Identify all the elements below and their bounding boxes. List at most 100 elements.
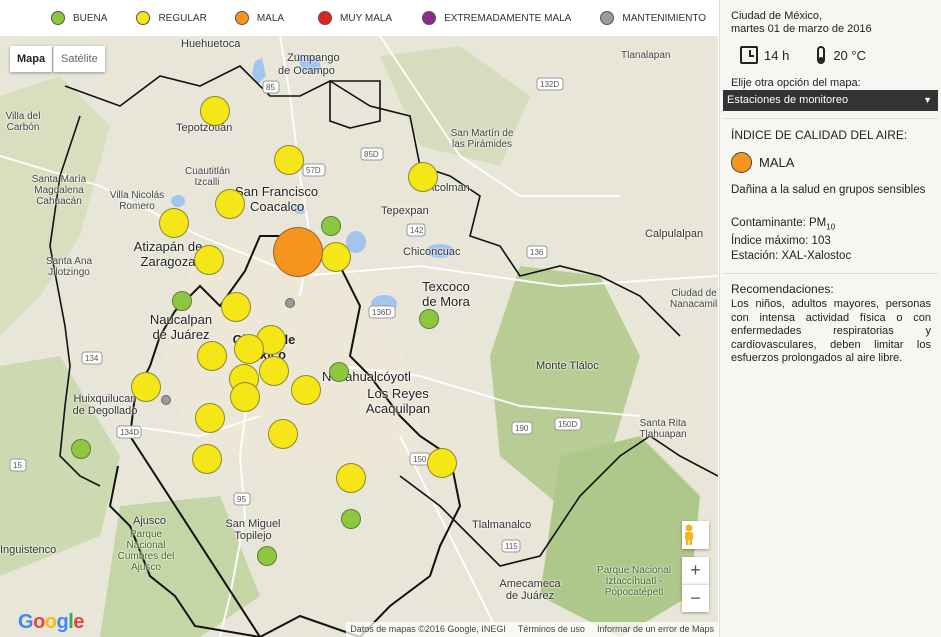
- status-label: MALA: [759, 155, 795, 170]
- google-logo: Google: [18, 611, 84, 633]
- current-hour: 14 h: [764, 47, 790, 63]
- place-label: Villa del Carbón: [5, 111, 41, 133]
- place-label: San Martín de las Pirámides: [450, 128, 514, 150]
- dropdown-arrow-icon: ▼: [923, 95, 932, 105]
- place-label: Monte Tláloc: [536, 360, 599, 372]
- monitoring-station-marker[interactable]: [259, 356, 289, 386]
- highway-shield: 134D: [120, 428, 139, 437]
- place-label: Los Reyes Acaquilpan: [365, 386, 431, 416]
- station-label: Estación:: [731, 250, 779, 263]
- legend-dot: [318, 11, 333, 25]
- monitoring-station-marker[interactable]: [427, 448, 457, 478]
- legend-label: MUY MALA: [340, 12, 393, 24]
- recommendations-title: Recomendaciones:: [731, 282, 834, 296]
- current-temperature: 20 °C: [833, 47, 866, 63]
- monitoring-station-marker[interactable]: [234, 334, 264, 364]
- map-option-select[interactable]: Estaciones de monitoreo ▼: [723, 90, 938, 111]
- place-label: Tlalmanalco: [472, 519, 532, 531]
- monitoring-station-marker[interactable]: [221, 292, 251, 322]
- highway-shield: 95: [237, 495, 246, 504]
- monitoring-station-marker[interactable]: [341, 509, 361, 529]
- legend-label: BUENA: [73, 12, 108, 24]
- legend-label: EXTREMADAMENTE MALA: [444, 12, 572, 24]
- current-date: martes 01 de marzo de 2016: [731, 23, 872, 35]
- recommendations-text: Los niños, adultos mayores, personas con…: [731, 298, 931, 364]
- air-quality-status: MALA: [731, 152, 794, 173]
- legend-dot: [422, 11, 437, 25]
- divider: [723, 273, 938, 274]
- station-row: Estación: XAL-Xalostoc: [731, 249, 851, 264]
- legend-item-mala: MALA: [234, 11, 285, 25]
- monitoring-station-marker[interactable]: [230, 382, 260, 412]
- report-error-link[interactable]: Informar de un error de Maps: [597, 622, 714, 637]
- monitoring-station-marker[interactable]: [159, 208, 189, 238]
- highway-shield: 85D: [364, 150, 379, 159]
- monitoring-station-marker[interactable]: [197, 341, 227, 371]
- monitoring-station-marker[interactable]: [336, 463, 366, 493]
- monitoring-station-marker[interactable]: [291, 375, 321, 405]
- place-label: Huehuetoca: [181, 38, 241, 50]
- map-type-tab-map[interactable]: Mapa: [10, 46, 53, 72]
- monitoring-station-marker[interactable]: [195, 403, 225, 433]
- place-label: San Miguel Topilejo: [225, 518, 281, 542]
- legend-dot: [600, 11, 615, 25]
- pollutant-subscript: 10: [826, 222, 836, 232]
- place-label: Santa María Magdalena Cahuacán: [31, 174, 87, 207]
- street-view-pegman-icon[interactable]: [682, 521, 709, 549]
- monitoring-station-marker[interactable]: [419, 309, 439, 329]
- legend-item-buena: BUENA: [51, 11, 107, 25]
- monitoring-station-marker[interactable]: [268, 419, 298, 449]
- monitoring-station-marker[interactable]: [161, 395, 171, 405]
- map-option-selected-value: Estaciones de monitoreo: [727, 94, 849, 106]
- highway-shield: 150D: [558, 420, 577, 429]
- terms-of-use-link[interactable]: Términos de uso: [518, 622, 585, 637]
- highway-shield: 134: [85, 354, 99, 363]
- monitoring-station-marker[interactable]: [131, 372, 161, 402]
- highway-shield: 15: [13, 461, 22, 470]
- max-index-value: 103: [811, 235, 831, 248]
- map-type-tab-satellite[interactable]: Satélite: [53, 46, 105, 72]
- weather-info: 14 h 20 °C: [740, 46, 866, 64]
- highway-shield: 132D: [540, 80, 559, 89]
- highway-shield: 136: [530, 248, 544, 257]
- monitoring-station-marker[interactable]: [329, 362, 349, 382]
- info-sidebar: Ciudad de México, martes 01 de marzo de …: [719, 0, 941, 637]
- map-data-credit: Datos de mapas ©2016 Google, INEGI: [350, 624, 506, 634]
- legend-label: MALA: [256, 12, 285, 24]
- monitoring-station-marker[interactable]: [273, 227, 323, 277]
- monitoring-station-marker[interactable]: [285, 298, 295, 308]
- monitoring-station-marker[interactable]: [71, 439, 91, 459]
- monitoring-station-marker[interactable]: [257, 546, 277, 566]
- place-label: Tepotzotlán: [176, 122, 233, 134]
- status-description: Dañina a la salud en grupos sensibles: [731, 184, 926, 196]
- station-value: XAL-Xalostoc: [781, 250, 852, 263]
- legend-dot: [51, 11, 65, 25]
- place-label: Parque Nacional Cumbres del Ajusco: [117, 529, 175, 573]
- monitoring-station-marker[interactable]: [274, 145, 304, 175]
- place-label: Santa Rita Tlahuapan: [639, 418, 687, 440]
- legend-item-mantenimiento: MANTENIMIENTO: [600, 11, 706, 25]
- zoom-in-button[interactable]: +: [682, 557, 709, 584]
- max-index-label: Índice máximo:: [731, 235, 809, 248]
- monitoring-station-marker[interactable]: [408, 162, 438, 192]
- monitoring-station-marker[interactable]: [215, 189, 245, 219]
- monitoring-station-marker[interactable]: [321, 216, 341, 236]
- place-label: Texcoco de Mora: [422, 279, 470, 309]
- pollution-details: Contaminante: PM10 Índice máximo: 103 Es…: [731, 216, 851, 264]
- place-label: Calpulalpan: [645, 228, 704, 240]
- map-option-label: Elije otra opción del mapa:: [731, 77, 861, 89]
- monitoring-station-marker[interactable]: [192, 444, 222, 474]
- place-label: Inguistenco: [0, 544, 57, 556]
- map-canvas[interactable]: 85 57D 85D 132D 136 142 136D 150D 150 19…: [0, 36, 718, 637]
- legend-bar: BUENA REGULAR MALA MUY MALA EXTREMADAMEN…: [0, 0, 718, 36]
- monitoring-station-marker[interactable]: [200, 96, 230, 126]
- monitoring-station-marker[interactable]: [172, 291, 192, 311]
- place-label: Chiconcuac: [403, 246, 461, 258]
- monitoring-station-marker[interactable]: [194, 245, 224, 275]
- zoom-out-button[interactable]: −: [682, 584, 709, 612]
- thermometer-icon: [817, 46, 826, 64]
- place-label: Ajusco: [133, 515, 167, 527]
- highway-shield: 115: [505, 542, 518, 551]
- monitoring-station-marker[interactable]: [321, 242, 351, 272]
- place-label: Villa Nicolás Romero: [109, 190, 165, 212]
